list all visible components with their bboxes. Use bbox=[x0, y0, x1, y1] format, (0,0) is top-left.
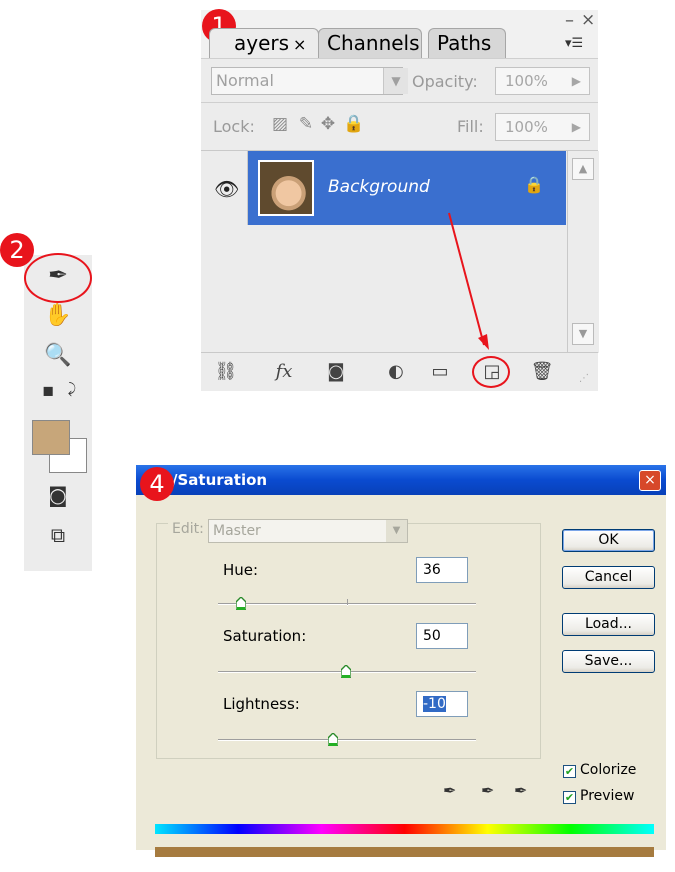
tab-layers[interactable]: ayers × bbox=[209, 28, 319, 58]
drag-arrow bbox=[448, 212, 489, 350]
foreground-color-top[interactable] bbox=[32, 420, 70, 455]
tab-close-icon[interactable]: × bbox=[293, 35, 306, 54]
tab-layers-label: ayers bbox=[234, 31, 290, 55]
